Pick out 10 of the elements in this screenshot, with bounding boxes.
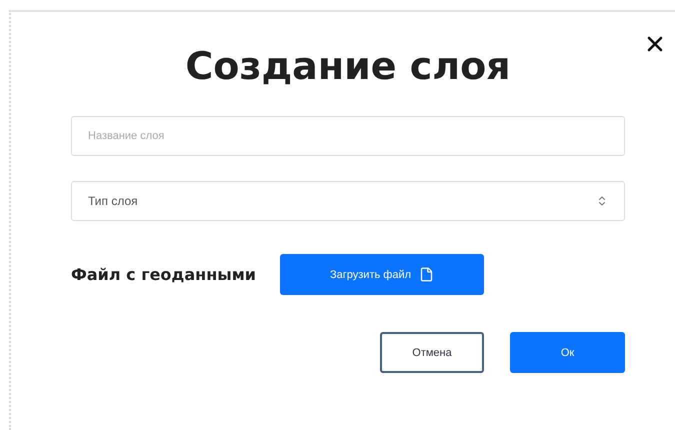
file-label: Файл с геоданными bbox=[71, 265, 256, 284]
layer-type-select[interactable]: Тип слоя bbox=[71, 181, 625, 221]
file-icon bbox=[419, 267, 434, 282]
cancel-button[interactable]: Отмена bbox=[380, 332, 484, 373]
ok-button[interactable]: Ок bbox=[510, 332, 625, 373]
select-value: Тип слоя bbox=[88, 194, 138, 208]
layer-name-field[interactable]: Название слоя bbox=[71, 116, 625, 156]
upload-button[interactable]: Загрузить файл bbox=[280, 254, 484, 295]
dialog-title: Создание слоя bbox=[185, 44, 511, 88]
chevrons-icon bbox=[596, 195, 608, 207]
